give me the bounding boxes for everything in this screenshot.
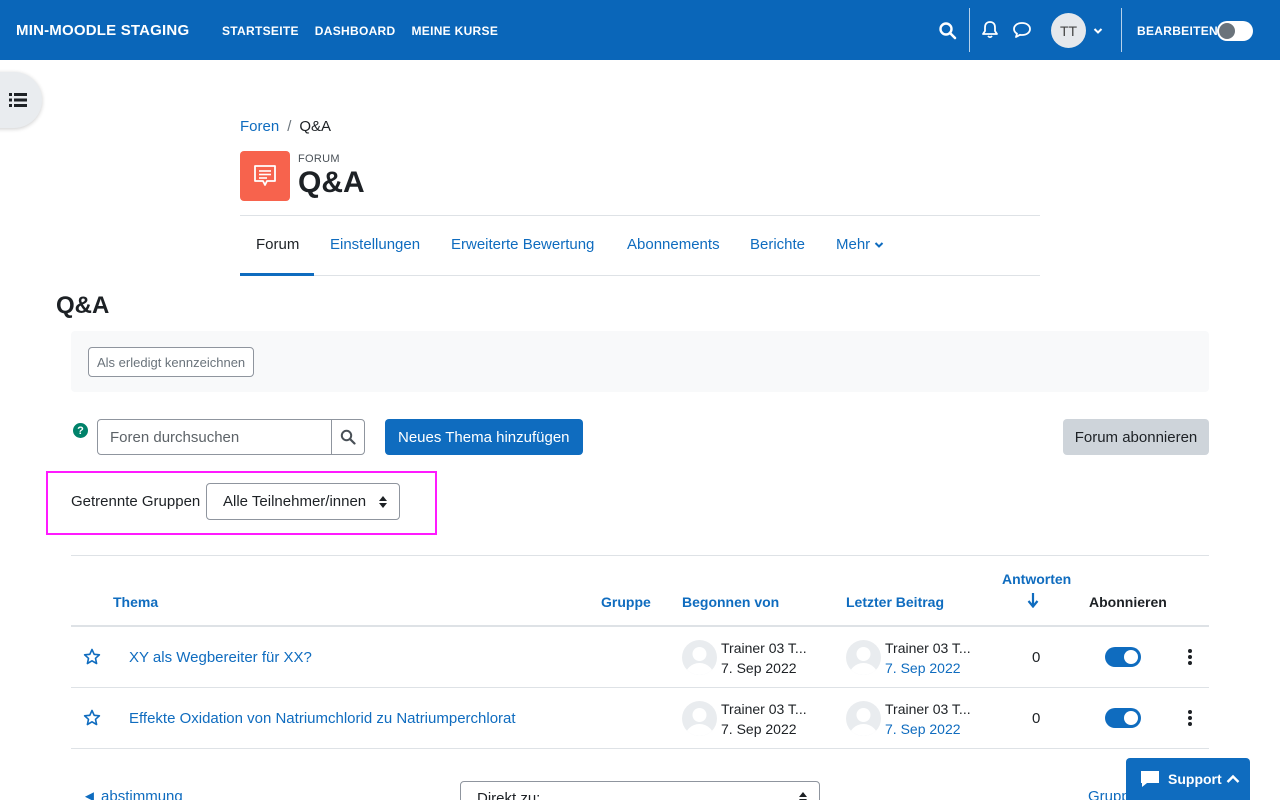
avatar[interactable] xyxy=(846,640,881,675)
column-header-group[interactable]: Gruppe xyxy=(601,594,651,610)
column-header-last-post[interactable]: Letzter Beitrag xyxy=(846,594,944,610)
chat-bubble-icon xyxy=(1141,771,1159,787)
subscribe-toggle[interactable] xyxy=(1105,647,1141,667)
edit-mode-label: BEARBEITEN xyxy=(1137,24,1219,38)
breadcrumb-separator: / xyxy=(287,118,292,135)
mark-as-done-button[interactable]: Als erledigt kennzeichnen xyxy=(88,347,255,377)
last-post-author: Trainer 03 T... xyxy=(885,701,971,717)
search-icon[interactable] xyxy=(938,21,958,41)
forum-search-input[interactable] xyxy=(97,419,332,455)
search-button[interactable] xyxy=(331,419,365,455)
site-brand[interactable]: MIN-MOODLE STAGING xyxy=(16,22,189,39)
chevron-down-icon[interactable] xyxy=(1093,26,1103,36)
jump-to-select[interactable]: Direkt zu: xyxy=(460,781,820,800)
page-heading: Q&A xyxy=(56,292,110,319)
help-icon[interactable]: ? xyxy=(73,423,88,438)
select-arrows-icon xyxy=(379,496,387,508)
tab-einstellungen[interactable]: Einstellungen xyxy=(330,236,420,253)
tab-mehr[interactable]: Mehr xyxy=(836,236,884,253)
start-date: 7. Sep 2022 xyxy=(721,721,797,737)
nav-link-dashboard[interactable]: DASHBOARD xyxy=(315,24,396,38)
forum-icon xyxy=(240,151,290,201)
author-name: Trainer 03 T... xyxy=(721,640,807,656)
table-top-border xyxy=(71,555,1209,556)
star-icon[interactable] xyxy=(83,648,101,666)
subscribe-forum-button[interactable]: Forum abonnieren xyxy=(1063,419,1209,455)
author-name: Trainer 03 T... xyxy=(721,701,807,717)
module-title: Q&A xyxy=(298,166,365,199)
previous-activity-link[interactable]: ◄ abstimmung xyxy=(82,788,183,800)
user-avatar[interactable]: TT xyxy=(1051,13,1086,48)
active-tab-indicator xyxy=(240,273,314,276)
star-icon[interactable] xyxy=(83,709,101,727)
jump-to-label: Direkt zu: xyxy=(477,790,541,800)
messages-chat-icon[interactable] xyxy=(1012,20,1032,40)
tab-berichte[interactable]: Berichte xyxy=(750,236,805,253)
more-actions-icon[interactable] xyxy=(1187,647,1193,667)
column-header-replies[interactable]: Antworten xyxy=(1002,571,1071,587)
breadcrumb-link-foren[interactable]: Foren xyxy=(240,118,279,135)
last-post-date-link[interactable]: 7. Sep 2022 xyxy=(885,721,961,737)
column-header-started-by[interactable]: Begonnen von xyxy=(682,594,779,610)
search-icon xyxy=(340,429,356,445)
course-index-drawer-button[interactable] xyxy=(0,72,42,128)
topic-link[interactable]: XY als Wegbereiter für XX? xyxy=(129,649,312,666)
avatar[interactable] xyxy=(682,701,717,736)
edit-mode-toggle[interactable] xyxy=(1217,21,1253,41)
breadcrumb-current: Q&A xyxy=(299,118,332,135)
last-post-date-link[interactable]: 7. Sep 2022 xyxy=(885,660,961,676)
group-select-value: Alle Teilnehmer/innen xyxy=(223,493,367,510)
notifications-bell-icon[interactable] xyxy=(980,20,1000,40)
reply-count: 0 xyxy=(1032,710,1041,727)
group-mode-label: Getrennte Gruppen xyxy=(71,493,201,510)
navbar-divider xyxy=(969,8,970,52)
top-navbar: MIN-MOODLE STAGING STARTSEITE DASHBOARD … xyxy=(0,0,1280,60)
more-actions-icon[interactable] xyxy=(1187,708,1193,728)
column-header-subscribe: Abonnieren xyxy=(1089,594,1167,610)
primary-navigation: STARTSEITE DASHBOARD MEINE KURSE xyxy=(222,24,498,38)
breadcrumb: Foren / Q&A xyxy=(240,118,331,135)
support-label: Support xyxy=(1168,771,1222,787)
chevron-down-icon xyxy=(875,242,884,248)
module-type-label: FORUM xyxy=(298,153,340,165)
sort-descending-icon[interactable] xyxy=(1027,592,1039,608)
subscribe-toggle[interactable] xyxy=(1105,708,1141,728)
toggle-knob xyxy=(1219,23,1235,39)
navbar-divider xyxy=(1121,8,1122,52)
group-select[interactable]: Alle Teilnehmer/innen xyxy=(206,483,400,520)
nav-link-startseite[interactable]: STARTSEITE xyxy=(222,24,299,38)
avatar[interactable] xyxy=(682,640,717,675)
list-icon xyxy=(9,93,27,107)
tab-mehr-label: Mehr xyxy=(836,236,871,253)
chevron-up-icon xyxy=(1226,774,1240,783)
next-activity-link[interactable]: Grupp xyxy=(1088,788,1130,800)
tab-abonnements[interactable]: Abonnements xyxy=(627,236,720,253)
tab-forum[interactable]: Forum xyxy=(256,236,299,253)
table-row: Effekte Oxidation von Natriumchlorid zu … xyxy=(71,688,1209,749)
select-arrows-icon xyxy=(799,792,807,800)
support-button[interactable]: Support xyxy=(1126,758,1250,800)
topic-link[interactable]: Effekte Oxidation von Natriumchlorid zu … xyxy=(129,710,516,727)
reply-count: 0 xyxy=(1032,649,1041,666)
column-header-topic[interactable]: Thema xyxy=(113,594,158,610)
nav-link-meine-kurse[interactable]: MEINE KURSE xyxy=(411,24,498,38)
toggle-knob xyxy=(1124,650,1138,664)
secondary-navigation: Forum Einstellungen Erweiterte Bewertung… xyxy=(240,215,1040,276)
activity-completion-bar: Als erledigt kennzeichnen xyxy=(71,331,1209,392)
start-date: 7. Sep 2022 xyxy=(721,660,797,676)
table-row: XY als Wegbereiter für XX? Trainer 03 T.… xyxy=(71,627,1209,688)
add-new-topic-button[interactable]: Neues Thema hinzufügen xyxy=(385,419,583,455)
tab-erweiterte-bewertung[interactable]: Erweiterte Bewertung xyxy=(451,236,594,253)
avatar[interactable] xyxy=(846,701,881,736)
toggle-knob xyxy=(1124,711,1138,725)
last-post-author: Trainer 03 T... xyxy=(885,640,971,656)
